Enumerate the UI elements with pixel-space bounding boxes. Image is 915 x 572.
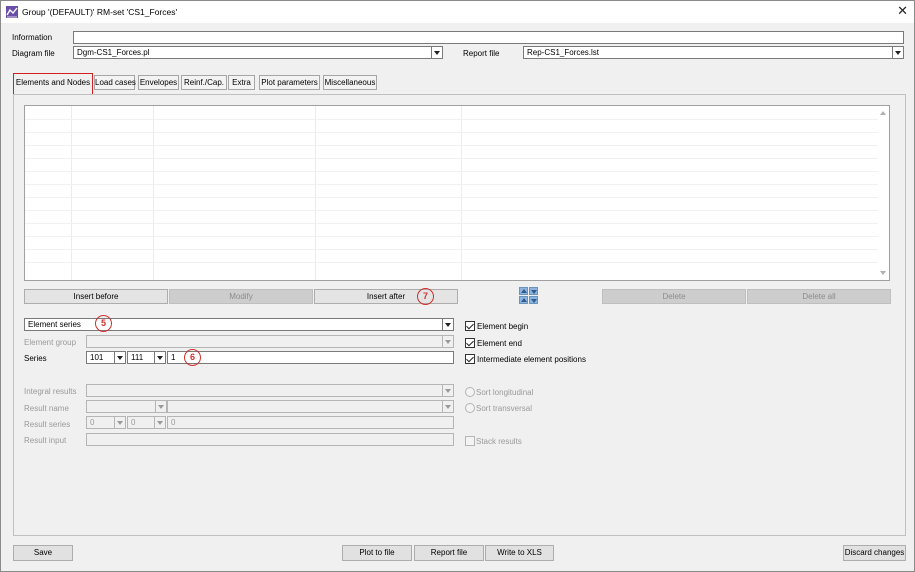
annotation-badge-5: 5 [95, 315, 112, 332]
report-file-dropdown-icon[interactable] [893, 46, 904, 59]
grid-row-line [25, 249, 889, 250]
element-series-select[interactable]: Element series [24, 318, 443, 331]
element-end-label: Element end [477, 339, 522, 348]
tab-load-cases[interactable]: Load cases [94, 75, 136, 90]
series-from-dropdown-icon[interactable] [115, 351, 126, 364]
result-series-a-dropdown-icon[interactable] [115, 416, 126, 429]
element-series-dropdown-icon[interactable] [443, 318, 454, 331]
result-input-label: Result input [24, 436, 67, 445]
element-group-select[interactable] [86, 335, 443, 348]
integral-results-dropdown-icon[interactable] [443, 384, 454, 397]
result-name-label: Result name [24, 404, 69, 413]
report-file-select[interactable]: Rep-CS1_Forces.lst [523, 46, 893, 59]
sort-transversal-label: Sort transversal [476, 404, 533, 413]
annotation-badge-7: 7 [417, 288, 434, 305]
delete-button[interactable]: Delete [602, 289, 746, 304]
stack-results-label: Stack results [476, 437, 522, 446]
result-name-detail-dropdown-icon[interactable] [443, 400, 454, 413]
move-down-icon[interactable] [529, 296, 538, 304]
result-input-field[interactable] [86, 433, 454, 446]
result-series-c-input[interactable]: 0 [167, 416, 454, 429]
annotation-badge-6: 6 [184, 349, 201, 366]
report-file-button[interactable]: Report file [414, 545, 484, 561]
tab-miscellaneous[interactable]: Miscellaneous [323, 75, 377, 90]
element-end-checkbox[interactable] [465, 338, 475, 348]
delete-all-button[interactable]: Delete all [747, 289, 891, 304]
result-series-a-select[interactable]: 0 [86, 416, 115, 429]
integral-results-label: Integral results [24, 387, 77, 396]
grid-row-line [25, 119, 889, 120]
intermediate-positions-label: Intermediate element positions [477, 355, 586, 364]
intermediate-positions-checkbox[interactable] [465, 354, 475, 364]
diagram-file-dropdown-icon[interactable] [432, 46, 443, 59]
series-from-select[interactable]: 101 [86, 351, 115, 364]
result-series-label: Result series [24, 420, 71, 429]
close-icon[interactable]: ✕ [897, 4, 908, 18]
diagram-file-select[interactable]: Dgm-CS1_Forces.pl [73, 46, 432, 59]
grid-scrollbar[interactable] [878, 106, 889, 280]
scroll-up-icon[interactable] [880, 111, 886, 115]
insert-before-button[interactable]: Insert before [24, 289, 168, 304]
grid-row-line [25, 262, 889, 263]
tab-elements-and-nodes[interactable]: Elements and Nodes [13, 73, 93, 95]
grid-row-line [25, 197, 889, 198]
discard-changes-button[interactable]: Discard changes [843, 545, 906, 561]
stack-results-checkbox[interactable] [465, 436, 475, 446]
integral-results-select[interactable] [86, 384, 443, 397]
tab-plot-parameters[interactable]: Plot parameters [259, 75, 320, 90]
result-series-b-dropdown-icon[interactable] [155, 416, 166, 429]
grid-row-line [25, 236, 889, 237]
tab-reinf-cap[interactable]: Reinf./Cap. [181, 75, 227, 90]
series-label: Series [24, 354, 47, 363]
move-up-icon[interactable] [519, 287, 528, 295]
tab-envelopes[interactable]: Envelopes [138, 75, 179, 90]
result-name-select[interactable] [86, 400, 156, 413]
sort-transversal-radio[interactable] [465, 403, 475, 413]
series-to-dropdown-icon[interactable] [155, 351, 166, 364]
write-to-xls-button[interactable]: Write to XLS [485, 545, 554, 561]
result-series-b-select[interactable]: 0 [127, 416, 155, 429]
information-input[interactable] [73, 31, 904, 44]
scroll-down-icon[interactable] [880, 271, 886, 275]
move-up-icon[interactable] [529, 287, 538, 295]
tab-extra[interactable]: Extra [228, 75, 255, 90]
series-to-select[interactable]: 111 [127, 351, 155, 364]
dialog-window: Group '(DEFAULT)' RM-set 'CS1_Forces' ✕ … [0, 0, 915, 572]
grid-row-line [25, 158, 889, 159]
title-bar: Group '(DEFAULT)' RM-set 'CS1_Forces' ✕ [1, 1, 914, 23]
element-begin-label: Element begin [477, 322, 529, 331]
element-group-label: Element group [24, 338, 77, 347]
elements-grid[interactable] [24, 105, 890, 281]
grid-row-line [25, 184, 889, 185]
report-file-label: Report file [463, 49, 500, 58]
element-begin-checkbox[interactable] [465, 321, 475, 331]
grid-row-line [25, 145, 889, 146]
result-name-dropdown-icon[interactable] [156, 400, 167, 413]
sort-longitudinal-label: Sort longitudinal [476, 388, 534, 397]
app-icon [6, 6, 18, 18]
plot-to-file-button[interactable]: Plot to file [342, 545, 412, 561]
insert-after-button[interactable]: Insert after [314, 289, 458, 304]
grid-row-line [25, 210, 889, 211]
element-group-dropdown-icon[interactable] [443, 335, 454, 348]
modify-button[interactable]: Modify [169, 289, 313, 304]
diagram-file-label: Diagram file [12, 49, 55, 58]
sort-longitudinal-radio[interactable] [465, 387, 475, 397]
grid-row-line [25, 223, 889, 224]
grid-row-line [25, 132, 889, 133]
series-step-input[interactable]: 1 [167, 351, 454, 364]
move-down-icon[interactable] [519, 296, 528, 304]
save-button[interactable]: Save [13, 545, 73, 561]
information-label: Information [12, 33, 53, 42]
window-title: Group '(DEFAULT)' RM-set 'CS1_Forces' [22, 7, 178, 17]
grid-row-line [25, 171, 889, 172]
result-name-detail-select[interactable] [167, 400, 443, 413]
